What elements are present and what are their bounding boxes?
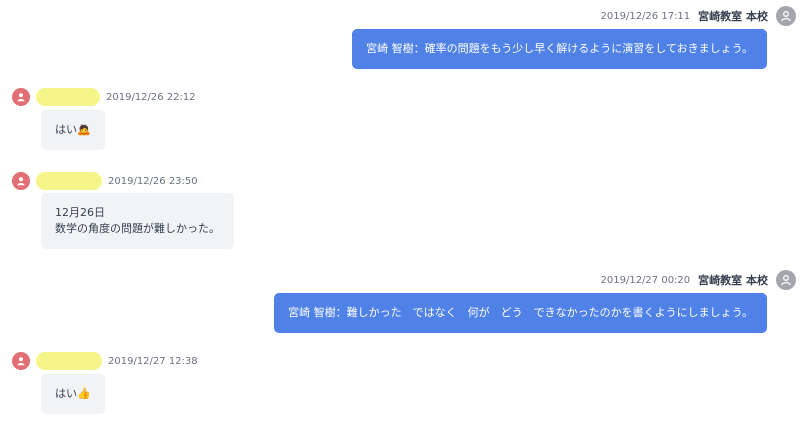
message-header: 2019/12/27 00:20 宮崎教室 本校 — [601, 270, 796, 290]
sender-name: 宮崎教室 本校 — [698, 274, 768, 287]
bowing-emoji: 🙇 — [77, 123, 91, 136]
user-icon — [17, 93, 25, 102]
message-header: 2019/12/26 17:11 宮崎教室 本校 — [601, 6, 796, 26]
message-bubble-outgoing: 宮崎 智樹：難しかった ではなく 何が どう できなかったのかを書くようにしまし… — [274, 293, 767, 333]
sender-name: 宮崎教室 本校 — [698, 10, 768, 23]
message-text-line: 数学の角度の問題が難しかった。 — [55, 222, 220, 235]
message-timestamp: 2019/12/26 23:50 — [108, 175, 198, 187]
message-bubble-incoming: はい🙇 — [41, 110, 105, 150]
user-icon — [17, 177, 25, 186]
avatar[interactable] — [12, 88, 30, 106]
avatar[interactable] — [12, 172, 30, 190]
avatar[interactable] — [12, 352, 30, 370]
message-timestamp: 2019/12/27 12:38 — [108, 355, 198, 367]
message-header: 2019/12/26 22:12 — [12, 88, 196, 106]
message-header: 2019/12/26 23:50 — [12, 172, 198, 190]
user-icon — [781, 275, 791, 286]
message-text: 宮崎 智樹：難しかった ではなく 何が どう できなかったのかを書くようにしまし… — [288, 306, 753, 319]
avatar[interactable] — [776, 270, 796, 290]
message-bubble-incoming: 12月26日 数学の角度の問題が難しかった。 — [41, 193, 234, 249]
message-text: はい — [55, 387, 77, 400]
thumbs-up-emoji: 👍 — [77, 387, 91, 400]
message-bubble-outgoing: 宮崎 智樹：確率の問題をもう少し早く解けるように演習をしておきましょう。 — [352, 29, 767, 69]
message-text: はい — [55, 123, 77, 136]
message-text-line: 12月26日 — [55, 206, 105, 219]
redacted-sender-name — [36, 172, 102, 190]
avatar[interactable] — [776, 6, 796, 26]
message-text: 宮崎 智樹：確率の問題をもう少し早く解けるように演習をしておきましょう。 — [366, 42, 753, 55]
message-header: 2019/12/27 12:38 — [12, 352, 198, 370]
message-bubble-incoming: はい👍 — [41, 374, 105, 414]
message-timestamp: 2019/12/27 00:20 — [600, 274, 691, 286]
redacted-sender-name — [36, 88, 100, 106]
message-timestamp: 2019/12/26 22:12 — [106, 91, 196, 103]
user-icon — [781, 11, 791, 22]
message-timestamp: 2019/12/26 17:11 — [600, 10, 691, 22]
redacted-sender-name — [36, 352, 102, 370]
user-icon — [17, 357, 25, 366]
